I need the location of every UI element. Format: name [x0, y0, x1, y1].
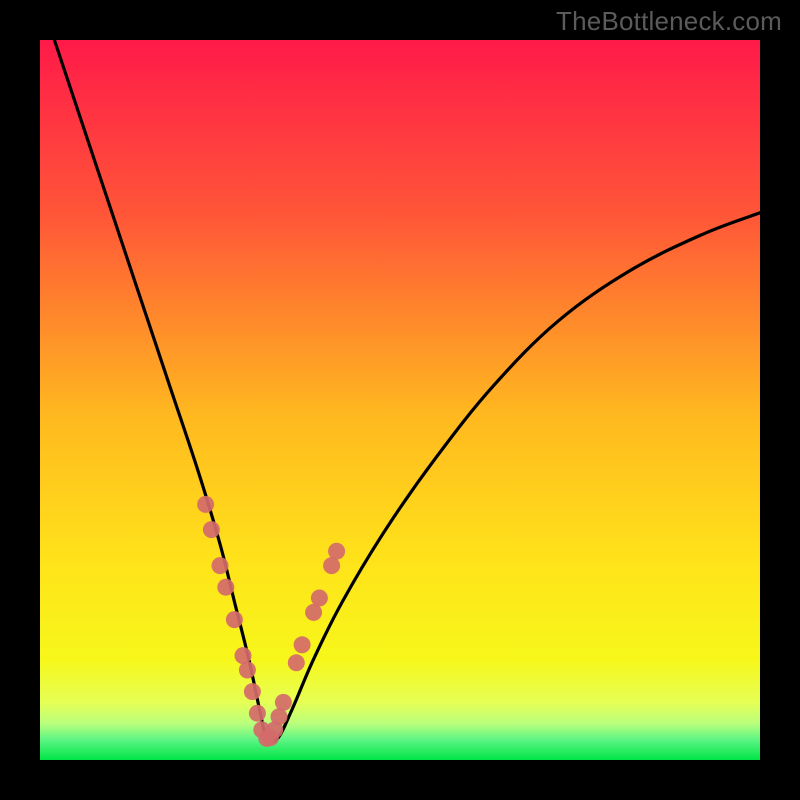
sample-point	[197, 496, 214, 513]
sample-point	[239, 662, 256, 679]
sample-point	[271, 708, 288, 725]
sample-point	[288, 654, 305, 671]
sample-point	[311, 590, 328, 607]
sample-point	[323, 557, 340, 574]
sample-point	[249, 705, 266, 722]
watermark-text: TheBottleneck.com	[556, 6, 782, 37]
plot-svg	[40, 40, 760, 760]
gradient-background	[40, 40, 760, 760]
sample-point	[226, 611, 243, 628]
sample-point	[244, 683, 261, 700]
sample-point	[275, 694, 292, 711]
sample-point	[294, 636, 311, 653]
sample-point	[217, 579, 234, 596]
chart-container: TheBottleneck.com	[0, 0, 800, 800]
sample-point	[328, 543, 345, 560]
plot-area	[40, 40, 760, 760]
sample-point	[203, 521, 220, 538]
sample-point	[235, 647, 252, 664]
sample-point	[212, 557, 229, 574]
